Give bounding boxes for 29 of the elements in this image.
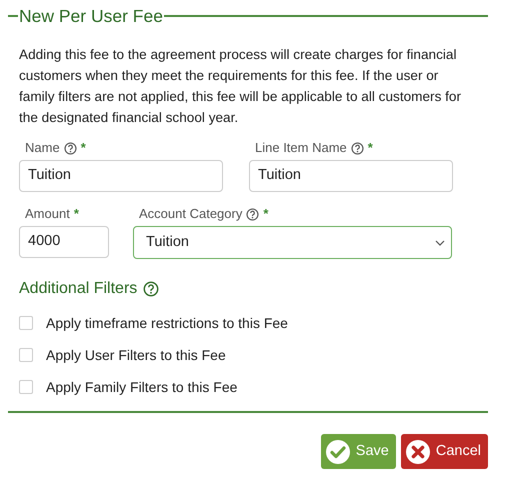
field-label: Line Item Name <box>255 139 347 158</box>
field-label: Amount <box>25 205 70 224</box>
chevron-down-icon <box>435 240 445 246</box>
help-icon[interactable] <box>64 142 77 154</box>
description: Adding this fee to the agreement process will create charges for financial customers when they meet the requirements for this fee. If the user or family filters are not applied, this fee will be applicable to all customers for the designated financial school year. <box>19 46 462 127</box>
required-mark: * <box>263 205 268 224</box>
cancel-button[interactable]: Cancel <box>400 434 488 469</box>
input-field[interactable]: 4000 <box>19 226 109 258</box>
input-field[interactable]: Tuition <box>249 160 453 192</box>
checkbox-label: Apply User Filters to this Fee <box>46 346 226 365</box>
field-label: Account Category <box>139 205 242 224</box>
checkbox[interactable] <box>19 380 33 394</box>
checkbox[interactable] <box>19 348 33 362</box>
required-mark: * <box>74 205 79 224</box>
input-field[interactable]: Tuition <box>19 160 223 192</box>
close-icon <box>404 438 431 464</box>
checkbox-label: Apply timeframe restrictions to this Fee <box>46 314 288 333</box>
check-icon <box>324 438 351 464</box>
checkbox[interactable] <box>19 316 33 330</box>
help-icon[interactable] <box>350 142 364 154</box>
field-label: Name <box>25 139 60 158</box>
checkbox-label: Apply Family Filters to this Fee <box>46 378 238 397</box>
help-icon[interactable] <box>143 281 160 297</box>
required-mark: * <box>368 139 373 158</box>
required-mark: * <box>80 139 86 158</box>
help-icon[interactable] <box>246 208 260 220</box>
form-title: New Per User Fee <box>18 5 164 28</box>
category-select[interactable]: Tuition <box>133 226 452 259</box>
section-heading: Additional Filters <box>19 279 138 299</box>
